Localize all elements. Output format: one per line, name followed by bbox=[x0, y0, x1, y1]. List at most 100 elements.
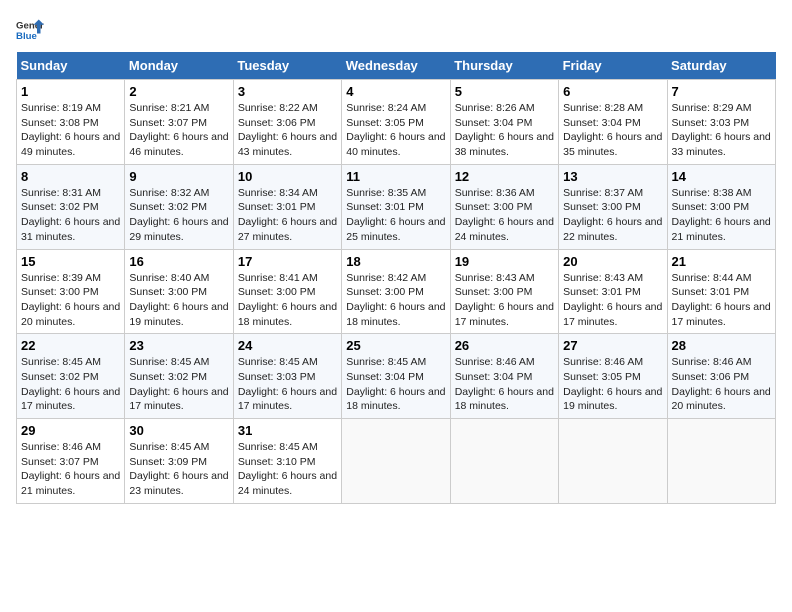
calendar-week-row: 15 Sunrise: 8:39 AMSunset: 3:00 PMDayligh… bbox=[17, 249, 776, 334]
calendar-day-cell: 3Sunrise: 8:22 AMSunset: 3:06 PMDaylight… bbox=[233, 80, 341, 165]
day-info: Sunrise: 8:37 AMSunset: 3:00 PMDaylight:… bbox=[563, 186, 662, 245]
day-number: 19 bbox=[455, 254, 554, 269]
day-number: 29 bbox=[21, 423, 120, 438]
weekday-header-friday: Friday bbox=[559, 52, 667, 80]
day-info: Sunrise: 8:46 AMSunset: 3:07 PMDaylight:… bbox=[21, 440, 120, 499]
day-info: Sunrise: 8:45 AMSunset: 3:10 PMDaylight:… bbox=[238, 440, 337, 499]
day-info: Sunrise: 8:28 AMSunset: 3:04 PMDaylight:… bbox=[563, 101, 662, 160]
day-info: Sunrise: 8:45 AMSunset: 3:02 PMDaylight:… bbox=[129, 355, 228, 414]
calendar-day-cell: 20 Sunrise: 8:43 AMSunset: 3:01 PMDayligh… bbox=[559, 249, 667, 334]
day-info: Sunrise: 8:46 AMSunset: 3:05 PMDaylight:… bbox=[563, 355, 662, 414]
day-info: Sunrise: 8:42 AMSunset: 3:00 PMDaylight:… bbox=[346, 271, 445, 330]
weekday-header-wednesday: Wednesday bbox=[342, 52, 450, 80]
day-number: 22 bbox=[21, 338, 120, 353]
day-number: 27 bbox=[563, 338, 662, 353]
calendar-day-cell: 4 Sunrise: 8:24 AMSunset: 3:05 PMDaylight… bbox=[342, 80, 450, 165]
calendar-day-cell: 5 Sunrise: 8:26 AMSunset: 3:04 PMDaylight… bbox=[450, 80, 558, 165]
calendar-day-cell: 21 Sunrise: 8:44 AMSunset: 3:01 PMDayligh… bbox=[667, 249, 775, 334]
logo-icon: General Blue bbox=[16, 16, 44, 44]
day-info: Sunrise: 8:45 AMSunset: 3:09 PMDaylight:… bbox=[129, 440, 228, 499]
day-number: 15 bbox=[21, 254, 120, 269]
calendar-day-cell bbox=[450, 419, 558, 504]
calendar-day-cell: 11 Sunrise: 8:35 AMSunset: 3:01 PMDayligh… bbox=[342, 164, 450, 249]
day-number: 13 bbox=[563, 169, 662, 184]
day-info: Sunrise: 8:45 AMSunset: 3:02 PMDaylight:… bbox=[21, 355, 120, 414]
day-number: 9 bbox=[129, 169, 228, 184]
day-number: 31 bbox=[238, 423, 337, 438]
calendar-week-row: 8Sunrise: 8:31 AMSunset: 3:02 PMDaylight… bbox=[17, 164, 776, 249]
day-info: Sunrise: 8:41 AMSunset: 3:00 PMDaylight:… bbox=[238, 271, 337, 330]
day-number: 6 bbox=[563, 84, 662, 99]
weekday-header-thursday: Thursday bbox=[450, 52, 558, 80]
calendar-week-row: 29 Sunrise: 8:46 AMSunset: 3:07 PMDayligh… bbox=[17, 419, 776, 504]
day-info: Sunrise: 8:44 AMSunset: 3:01 PMDaylight:… bbox=[672, 271, 771, 330]
day-number: 25 bbox=[346, 338, 445, 353]
calendar-day-cell: 13 Sunrise: 8:37 AMSunset: 3:00 PMDayligh… bbox=[559, 164, 667, 249]
day-info: Sunrise: 8:39 AMSunset: 3:00 PMDaylight:… bbox=[21, 271, 120, 330]
calendar-day-cell: 31 Sunrise: 8:45 AMSunset: 3:10 PMDayligh… bbox=[233, 419, 341, 504]
weekday-header-sunday: Sunday bbox=[17, 52, 125, 80]
weekday-header-tuesday: Tuesday bbox=[233, 52, 341, 80]
calendar-table: SundayMondayTuesdayWednesdayThursdayFrid… bbox=[16, 52, 776, 504]
day-number: 2 bbox=[129, 84, 228, 99]
calendar-week-row: 22 Sunrise: 8:45 AMSunset: 3:02 PMDayligh… bbox=[17, 334, 776, 419]
calendar-day-cell: 29 Sunrise: 8:46 AMSunset: 3:07 PMDayligh… bbox=[17, 419, 125, 504]
calendar-day-cell: 10Sunrise: 8:34 AMSunset: 3:01 PMDayligh… bbox=[233, 164, 341, 249]
day-number: 5 bbox=[455, 84, 554, 99]
calendar-day-cell: 18 Sunrise: 8:42 AMSunset: 3:00 PMDayligh… bbox=[342, 249, 450, 334]
day-info: Sunrise: 8:32 AMSunset: 3:02 PMDaylight:… bbox=[129, 186, 228, 245]
day-info: Sunrise: 8:19 AMSunset: 3:08 PMDaylight:… bbox=[21, 101, 120, 160]
calendar-day-cell: 22 Sunrise: 8:45 AMSunset: 3:02 PMDayligh… bbox=[17, 334, 125, 419]
calendar-week-row: 1 Sunrise: 8:19 AMSunset: 3:08 PMDaylight… bbox=[17, 80, 776, 165]
calendar-day-cell: 19 Sunrise: 8:43 AMSunset: 3:00 PMDayligh… bbox=[450, 249, 558, 334]
day-number: 20 bbox=[563, 254, 662, 269]
day-info: Sunrise: 8:46 AMSunset: 3:04 PMDaylight:… bbox=[455, 355, 554, 414]
day-info: Sunrise: 8:35 AMSunset: 3:01 PMDaylight:… bbox=[346, 186, 445, 245]
calendar-day-cell: 24 Sunrise: 8:45 AMSunset: 3:03 PMDayligh… bbox=[233, 334, 341, 419]
day-number: 12 bbox=[455, 169, 554, 184]
day-info: Sunrise: 8:40 AMSunset: 3:00 PMDaylight:… bbox=[129, 271, 228, 330]
day-info: Sunrise: 8:45 AMSunset: 3:04 PMDaylight:… bbox=[346, 355, 445, 414]
day-number: 24 bbox=[238, 338, 337, 353]
day-info: Sunrise: 8:45 AMSunset: 3:03 PMDaylight:… bbox=[238, 355, 337, 414]
day-number: 16 bbox=[129, 254, 228, 269]
weekday-header-monday: Monday bbox=[125, 52, 233, 80]
day-info: Sunrise: 8:31 AMSunset: 3:02 PMDaylight:… bbox=[21, 186, 120, 245]
calendar-day-cell: 17 Sunrise: 8:41 AMSunset: 3:00 PMDayligh… bbox=[233, 249, 341, 334]
weekday-header-saturday: Saturday bbox=[667, 52, 775, 80]
calendar-day-cell: 1 Sunrise: 8:19 AMSunset: 3:08 PMDaylight… bbox=[17, 80, 125, 165]
calendar-day-cell: 2 Sunrise: 8:21 AMSunset: 3:07 PMDaylight… bbox=[125, 80, 233, 165]
day-info: Sunrise: 8:43 AMSunset: 3:00 PMDaylight:… bbox=[455, 271, 554, 330]
day-number: 30 bbox=[129, 423, 228, 438]
weekday-header-row: SundayMondayTuesdayWednesdayThursdayFrid… bbox=[17, 52, 776, 80]
day-info: Sunrise: 8:46 AMSunset: 3:06 PMDaylight:… bbox=[672, 355, 771, 414]
day-number: 18 bbox=[346, 254, 445, 269]
day-number: 28 bbox=[672, 338, 771, 353]
calendar-day-cell: 25 Sunrise: 8:45 AMSunset: 3:04 PMDayligh… bbox=[342, 334, 450, 419]
day-number: 21 bbox=[672, 254, 771, 269]
calendar-day-cell: 15 Sunrise: 8:39 AMSunset: 3:00 PMDayligh… bbox=[17, 249, 125, 334]
day-info: Sunrise: 8:43 AMSunset: 3:01 PMDaylight:… bbox=[563, 271, 662, 330]
day-info: Sunrise: 8:24 AMSunset: 3:05 PMDaylight:… bbox=[346, 101, 445, 160]
day-number: 4 bbox=[346, 84, 445, 99]
day-number: 7 bbox=[672, 84, 771, 99]
calendar-day-cell: 12 Sunrise: 8:36 AMSunset: 3:00 PMDayligh… bbox=[450, 164, 558, 249]
calendar-day-cell: 14Sunrise: 8:38 AMSunset: 3:00 PMDayligh… bbox=[667, 164, 775, 249]
calendar-day-cell: 28 Sunrise: 8:46 AMSunset: 3:06 PMDayligh… bbox=[667, 334, 775, 419]
day-number: 23 bbox=[129, 338, 228, 353]
day-number: 1 bbox=[21, 84, 120, 99]
calendar-day-cell bbox=[342, 419, 450, 504]
header: General Blue bbox=[16, 16, 776, 44]
calendar-day-cell: 8Sunrise: 8:31 AMSunset: 3:02 PMDaylight… bbox=[17, 164, 125, 249]
day-info: Sunrise: 8:26 AMSunset: 3:04 PMDaylight:… bbox=[455, 101, 554, 160]
day-number: 17 bbox=[238, 254, 337, 269]
calendar-day-cell: 27 Sunrise: 8:46 AMSunset: 3:05 PMDayligh… bbox=[559, 334, 667, 419]
logo: General Blue bbox=[16, 16, 44, 44]
day-info: Sunrise: 8:36 AMSunset: 3:00 PMDaylight:… bbox=[455, 186, 554, 245]
calendar-day-cell: 30 Sunrise: 8:45 AMSunset: 3:09 PMDayligh… bbox=[125, 419, 233, 504]
calendar-day-cell: 9 Sunrise: 8:32 AMSunset: 3:02 PMDaylight… bbox=[125, 164, 233, 249]
day-info: Sunrise: 8:22 AMSunset: 3:06 PMDaylight:… bbox=[238, 101, 337, 160]
day-number: 11 bbox=[346, 169, 445, 184]
day-info: Sunrise: 8:21 AMSunset: 3:07 PMDaylight:… bbox=[129, 101, 228, 160]
day-info: Sunrise: 8:29 AMSunset: 3:03 PMDaylight:… bbox=[672, 101, 771, 160]
